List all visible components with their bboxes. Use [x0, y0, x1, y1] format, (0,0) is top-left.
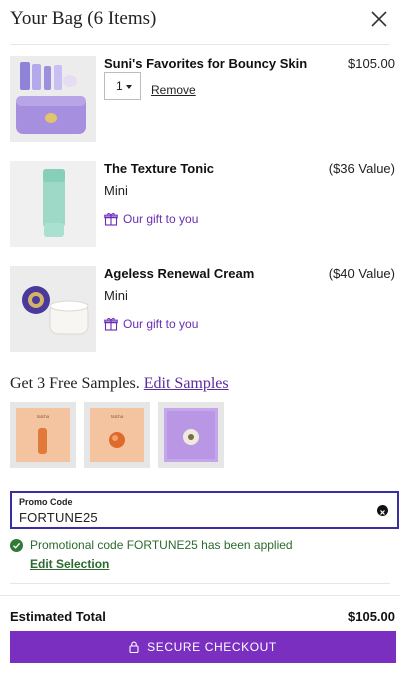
- promo-code-label: Promo Code: [19, 497, 73, 507]
- sample-brand: tatcha: [111, 414, 124, 419]
- product-image[interactable]: [10, 266, 96, 352]
- sample-brand: tatcha: [37, 414, 50, 419]
- sample-thumbnail[interactable]: [158, 402, 224, 468]
- gift-note: Our gift to you: [104, 317, 198, 331]
- samples-heading-text: Get 3 Free Samples.: [10, 375, 140, 392]
- bag-header: Your Bag (6 Items): [10, 8, 390, 34]
- remove-link[interactable]: Remove: [151, 83, 196, 97]
- gift-icon: [104, 318, 118, 331]
- promo-code-input[interactable]: FORTUNE25: [19, 510, 98, 525]
- sample-thumbnail[interactable]: tatcha: [10, 402, 76, 468]
- quantity-select[interactable]: 1: [104, 72, 141, 100]
- checkout-label: SECURE CHECKOUT: [147, 640, 277, 654]
- estimated-total-label: Estimated Total: [10, 609, 106, 624]
- samples-heading: Get 3 Free Samples. Edit Samples: [10, 375, 229, 393]
- secure-checkout-button[interactable]: SECURE CHECKOUT: [10, 631, 396, 663]
- edit-selection-link[interactable]: Edit Selection: [30, 557, 109, 571]
- clear-icon[interactable]: [377, 505, 388, 516]
- gift-label: Our gift to you: [123, 317, 199, 331]
- close-icon[interactable]: [370, 10, 388, 28]
- product-image[interactable]: [10, 161, 96, 247]
- gift-label: Our gift to you: [123, 212, 199, 226]
- summary-divider: [10, 583, 390, 584]
- check-circle-icon: [10, 538, 23, 552]
- gift-note: Our gift to you: [104, 212, 198, 226]
- promo-status: Promotional code FORTUNE25 has been appl…: [10, 538, 293, 552]
- sample-thumbnail[interactable]: tatcha: [84, 402, 150, 468]
- header-divider: [10, 44, 390, 45]
- item-value: ($40 Value): [328, 266, 395, 281]
- item-name[interactable]: Ageless Renewal Cream: [104, 266, 254, 281]
- summary-divider: [0, 595, 400, 596]
- bag-item: The Texture Tonic ($36 Value) Mini Our g…: [10, 161, 395, 247]
- chevron-down-icon: [126, 85, 132, 89]
- product-image[interactable]: [10, 56, 96, 142]
- item-name[interactable]: The Texture Tonic: [104, 161, 214, 176]
- item-price: $105.00: [348, 56, 395, 71]
- bag-item: Ageless Renewal Cream ($40 Value) Mini O…: [10, 266, 395, 352]
- item-size: Mini: [104, 183, 128, 198]
- quantity-value: 1: [116, 79, 123, 93]
- item-value: ($36 Value): [328, 161, 395, 176]
- promo-code-field[interactable]: Promo Code FORTUNE25: [10, 491, 399, 529]
- lock-icon: [129, 641, 139, 653]
- bag-item: Suni's Favorites for Bouncy Skin $105.00…: [10, 56, 395, 142]
- gift-icon: [104, 213, 118, 226]
- item-size: Mini: [104, 288, 128, 303]
- estimated-total-value: $105.00: [348, 609, 395, 624]
- item-name[interactable]: Suni's Favorites for Bouncy Skin: [104, 56, 307, 71]
- promo-status-text: Promotional code FORTUNE25 has been appl…: [30, 538, 293, 552]
- edit-samples-link[interactable]: Edit Samples: [144, 375, 229, 392]
- bag-title: Your Bag (6 Items): [10, 8, 157, 29]
